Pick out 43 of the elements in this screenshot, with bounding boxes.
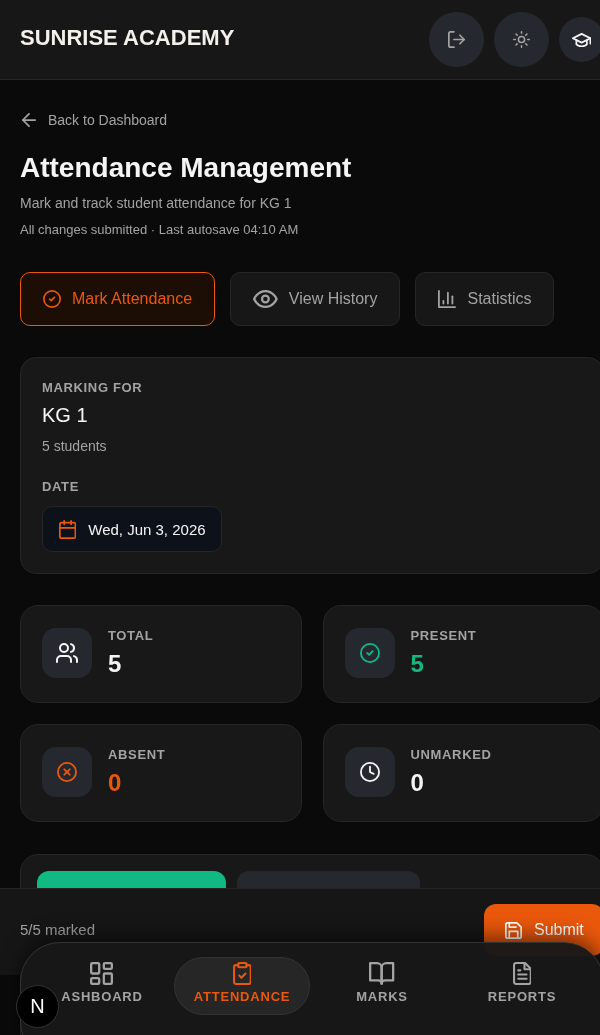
autosave-status: All changes submitted · Last autosave 04:10 AM — [20, 221, 300, 239]
tab[interactable]: View History — [230, 272, 401, 326]
calendar-icon — [59, 519, 77, 539]
clock-icon — [344, 746, 395, 797]
save-icon — [505, 921, 522, 939]
stat-value: 0 — [410, 769, 424, 797]
date-field[interactable]: Wed, Jun 3, 2026 — [42, 506, 222, 552]
sun-icon — [513, 31, 530, 48]
users-icon — [42, 627, 92, 678]
graduation-cap-icon — [571, 32, 592, 47]
student-count: 5 students — [42, 437, 107, 456]
arrow-left-icon — [22, 113, 36, 127]
section-label: MARKING FOR — [42, 379, 143, 397]
nav-item[interactable]: REPORTS — [487, 957, 557, 1015]
stat-label: UNMARKED — [410, 746, 492, 764]
grid-icon — [90, 962, 114, 985]
tab[interactable]: Mark Attendance — [20, 272, 216, 326]
stat-label: ABSENT — [108, 746, 166, 764]
tab[interactable]: Statistics — [415, 272, 555, 326]
progress-text: 5/5 marked — [20, 921, 96, 939]
stat-value: 5 — [410, 650, 424, 678]
app-title: SUNRISE ACADEMY — [20, 24, 235, 52]
nav-item[interactable]: ASHBOARD — [61, 957, 143, 1015]
document-icon — [512, 962, 532, 985]
logout-icon — [448, 31, 465, 48]
action-button[interactable] — [37, 871, 226, 889]
page-title: Attendance Management — [20, 151, 353, 185]
page-subtitle: Mark and track student attendance for KG 1 — [20, 194, 293, 213]
stat-label: PRESENT — [410, 627, 477, 645]
stat-value: 0 — [108, 769, 122, 797]
nav-item[interactable]: ATTENDANCE — [173, 957, 311, 1015]
back-link[interactable]: Back to Dashboard — [22, 110, 168, 130]
bar-chart-icon — [438, 290, 457, 308]
book-icon — [369, 962, 395, 985]
profile-button[interactable] — [559, 17, 600, 62]
eye-icon — [253, 290, 278, 308]
stat-value: 5 — [108, 650, 122, 678]
check-circle-icon — [43, 290, 61, 308]
clipboard-check-icon — [232, 962, 252, 985]
class-name: KG 1 — [42, 403, 88, 428]
nav-item[interactable]: MARKS — [356, 957, 408, 1015]
stat-label: TOTAL — [108, 627, 154, 645]
section-label: DATE — [42, 478, 80, 496]
